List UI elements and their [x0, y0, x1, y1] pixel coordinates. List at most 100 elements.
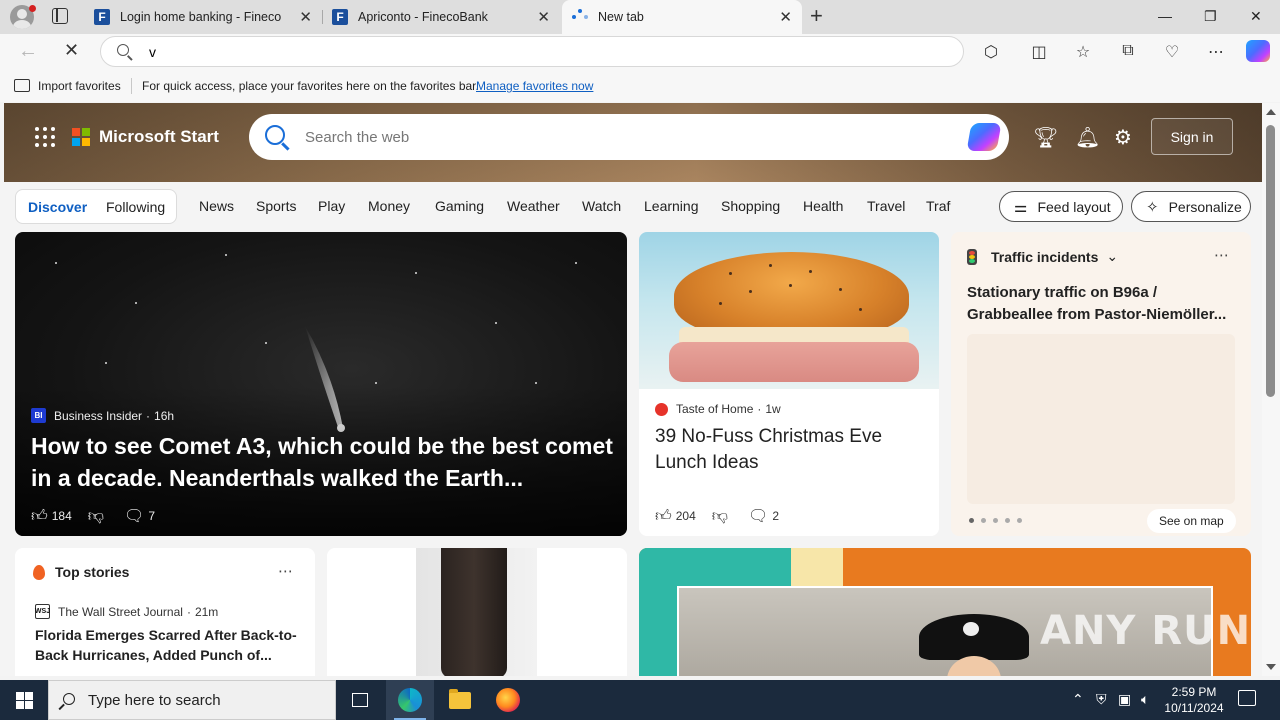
microsoft-logo-icon: [72, 128, 90, 146]
scroll-thumb[interactable]: [1266, 125, 1275, 397]
top-story-headline[interactable]: Florida Emerges Scarred After Back-to-Ba…: [35, 625, 297, 665]
category-gaming[interactable]: Gaming: [435, 198, 484, 214]
windows-start-icon[interactable]: [16, 692, 33, 709]
more-options-icon[interactable]: ⋯: [1214, 246, 1229, 264]
tab-discover[interactable]: Discover: [28, 199, 87, 215]
food-source[interactable]: Taste of Home · 1w: [655, 402, 781, 416]
web-search-box[interactable]: [249, 114, 1009, 160]
category-news[interactable]: News: [199, 198, 234, 214]
category-play[interactable]: Play: [318, 198, 345, 214]
copilot-icon[interactable]: [1246, 40, 1270, 62]
tab-following[interactable]: Following: [106, 199, 165, 215]
category-watch[interactable]: Watch: [582, 198, 621, 214]
import-favorites-button[interactable]: Import favorites: [38, 79, 121, 93]
personalize-label: Personalize: [1168, 198, 1242, 215]
task-view-button[interactable]: [336, 680, 384, 720]
tab-new-tab[interactable]: New tab ✕: [562, 0, 802, 34]
volume-icon[interactable]: 🔈︎: [1141, 691, 1149, 708]
split-screen-icon[interactable]: ◫: [1029, 42, 1049, 62]
security-tray-icon[interactable]: ⛨: [1096, 691, 1107, 708]
apps-launcher-icon[interactable]: [35, 127, 55, 147]
tab-apriconto[interactable]: F Apriconto - FinecoBank ✕: [322, 0, 560, 34]
category-traffic[interactable]: Traf: [926, 198, 950, 214]
stop-loading-icon[interactable]: ✕: [64, 40, 79, 61]
chevron-down-icon[interactable]: ⌄: [1106, 248, 1118, 265]
scroll-down-arrow-icon[interactable]: [1266, 664, 1276, 670]
scroll-up-arrow-icon[interactable]: [1266, 109, 1276, 115]
like-icon[interactable]: 👍︎: [31, 507, 48, 526]
hero-article-card[interactable]: BI Business Insider · 16h How to see Com…: [15, 232, 627, 536]
new-tab-button[interactable]: +: [810, 5, 823, 27]
feed-layout-button[interactable]: ⚌ Feed layout: [999, 191, 1123, 222]
notifications-bell-icon[interactable]: 🔔︎: [1075, 125, 1100, 150]
category-health[interactable]: Health: [803, 198, 843, 214]
settings-more-icon[interactable]: ⋯: [1206, 42, 1226, 62]
web-search-input[interactable]: [305, 126, 905, 148]
notifications-icon[interactable]: [1238, 690, 1256, 706]
dislike-icon[interactable]: 👎︎: [88, 507, 104, 526]
favorites-star-icon[interactable]: ☆: [1073, 42, 1093, 62]
trousers-image: [416, 548, 537, 676]
personalize-star-icon: ✧: [1146, 198, 1159, 216]
close-window-icon[interactable]: ✕: [1250, 8, 1262, 25]
category-learning[interactable]: Learning: [644, 198, 699, 214]
like-icon[interactable]: 👍︎: [655, 507, 672, 526]
food-headline[interactable]: 39 No-Fuss Christmas Eve Lunch Ideas: [655, 424, 925, 476]
category-money[interactable]: Money: [368, 198, 410, 214]
category-shopping[interactable]: Shopping: [721, 198, 780, 214]
fineco-favicon-icon: F: [332, 9, 348, 25]
brand-title[interactable]: Microsoft Start: [99, 127, 219, 147]
top-stories-card[interactable]: Top stories ⋯ WSJ The Wall Street Journa…: [15, 548, 315, 676]
address-input[interactable]: [149, 42, 929, 62]
network-icon[interactable]: ▣: [1118, 691, 1131, 708]
category-weather[interactable]: Weather: [507, 198, 560, 214]
traffic-card[interactable]: Traffic incidents ⌄ ⋯ Stationary traffic…: [951, 232, 1251, 536]
browser-essentials-icon[interactable]: ♡: [1162, 42, 1182, 62]
address-bar[interactable]: [100, 36, 964, 67]
page-scrollbar[interactable]: [1262, 103, 1280, 676]
extensions-icon[interactable]: ⬡: [981, 42, 1001, 62]
sign-in-button[interactable]: Sign in: [1151, 118, 1233, 155]
food-article-card[interactable]: Taste of Home · 1w 39 No-Fuss Christmas …: [639, 232, 939, 536]
manage-favorites-link[interactable]: Manage favorites now: [476, 79, 593, 93]
close-tab-icon[interactable]: ✕: [299, 8, 312, 26]
taskbar-file-explorer[interactable]: [436, 680, 484, 720]
feed-tabs: Discover Following: [15, 189, 177, 224]
hero-source[interactable]: BI Business Insider · 16h: [31, 408, 174, 423]
category-sports[interactable]: Sports: [256, 198, 296, 214]
top-story-source[interactable]: WSJ The Wall Street Journal · 21m: [35, 604, 218, 619]
import-favorites-icon[interactable]: [14, 79, 30, 92]
fashion-ad-card[interactable]: [327, 548, 627, 676]
traffic-heading[interactable]: Traffic incidents ⌄: [967, 248, 1118, 265]
taskbar-firefox[interactable]: [484, 680, 532, 720]
collections-icon[interactable]: ⧉: [1118, 42, 1138, 60]
copilot-icon[interactable]: [966, 123, 1002, 151]
see-on-map-button[interactable]: See on map: [1147, 509, 1236, 533]
personalize-button[interactable]: ✧ Personalize: [1131, 191, 1251, 222]
traffic-map[interactable]: [967, 334, 1235, 504]
close-tab-icon[interactable]: ✕: [779, 8, 792, 26]
minimize-icon[interactable]: —: [1158, 8, 1172, 24]
close-tab-icon[interactable]: ✕: [537, 8, 550, 26]
settings-gear-icon[interactable]: ⚙: [1114, 125, 1132, 150]
like-count: 204: [675, 509, 696, 523]
taskbar-clock[interactable]: 2:59 PM 10/11/2024: [1160, 684, 1228, 716]
category-travel[interactable]: Travel: [867, 198, 905, 214]
taskbar-search-box[interactable]: Type here to search: [48, 680, 336, 720]
taskbar-edge[interactable]: [386, 680, 434, 720]
comment-icon[interactable]: 🗨︎: [748, 506, 768, 526]
more-options-icon[interactable]: ⋯: [278, 562, 293, 580]
back-arrow-icon[interactable]: ←: [18, 40, 38, 63]
tab-fineco-login[interactable]: F Login home banking - Fineco ✕: [84, 0, 322, 34]
traffic-title-line: Grabbeallee from Pastor-Niemöller...: [967, 306, 1227, 323]
source-name: Taste of Home: [676, 402, 754, 416]
show-hidden-icons-chevron-icon[interactable]: ⌃: [1072, 691, 1084, 708]
comment-icon[interactable]: 🗨︎: [124, 506, 144, 526]
rewards-trophy-icon[interactable]: 🏆︎: [1033, 125, 1058, 150]
restore-icon[interactable]: ❐: [1204, 8, 1217, 25]
dislike-icon[interactable]: 👎︎: [712, 507, 728, 526]
carousel-dots[interactable]: [969, 518, 1022, 523]
tab-actions-icon[interactable]: [52, 8, 68, 24]
hero-headline[interactable]: How to see Comet A3, which could be the …: [31, 430, 616, 494]
traffic-incident-title[interactable]: Stationary traffic on B96a / Grabbeallee…: [967, 282, 1237, 326]
